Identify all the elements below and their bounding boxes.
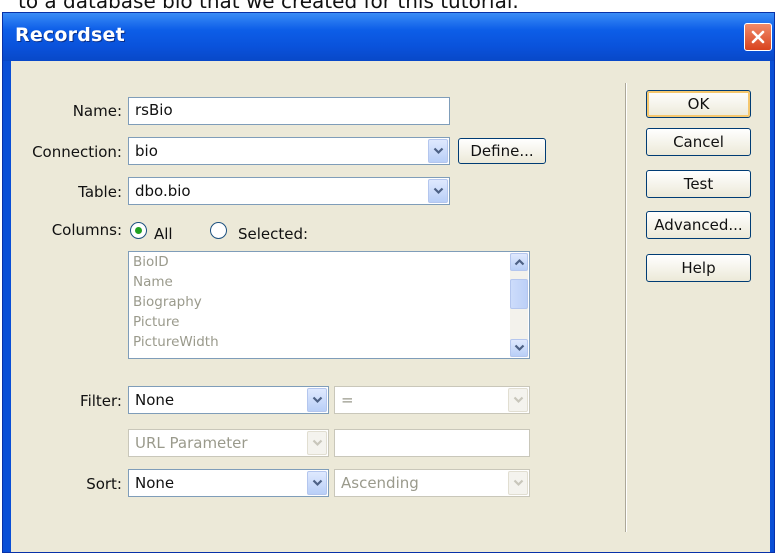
connection-label: Connection:: [32, 143, 122, 161]
filter-value-input: [334, 429, 530, 457]
chevron-down-icon: [307, 431, 327, 455]
ok-button[interactable]: OK: [646, 90, 751, 118]
scroll-up-icon[interactable]: [510, 253, 528, 271]
test-button[interactable]: Test: [646, 170, 751, 198]
list-item[interactable]: Biography: [133, 294, 202, 310]
list-item[interactable]: Name: [133, 274, 173, 290]
columns-label: Columns:: [51, 221, 122, 239]
table-value: dbo.bio: [135, 182, 191, 200]
columns-all-radio[interactable]: [130, 222, 147, 239]
list-scrollbar[interactable]: [510, 253, 528, 357]
chevron-down-icon[interactable]: [307, 388, 327, 412]
columns-selected-label[interactable]: Selected:: [238, 225, 308, 243]
advanced-button[interactable]: Advanced...: [646, 211, 751, 239]
connection-value: bio: [135, 142, 158, 160]
chevron-down-icon[interactable]: [307, 471, 327, 495]
window-title: Recordset: [15, 24, 125, 46]
title-bar: Recordset: [3, 13, 774, 61]
scrollbar-thumb[interactable]: [510, 279, 528, 309]
list-item[interactable]: Picture: [133, 314, 179, 330]
filter-operator-select: =: [334, 386, 530, 414]
columns-listbox[interactable]: BioID Name Biography Picture PictureWidt…: [128, 251, 530, 359]
name-label: Name:: [72, 102, 122, 120]
filter-source-select: URL Parameter: [128, 429, 329, 457]
table-select[interactable]: dbo.bio: [128, 177, 450, 205]
list-item[interactable]: BioID: [133, 254, 169, 270]
dialog-body: Name: rsBio Connection: bio Define... Ta…: [11, 61, 770, 552]
sort-label: Sort:: [86, 475, 122, 493]
chevron-down-icon[interactable]: [428, 139, 448, 163]
filter-column-select[interactable]: None: [128, 386, 329, 414]
cancel-button[interactable]: Cancel: [646, 128, 751, 156]
separator: [625, 83, 627, 532]
name-input[interactable]: rsBio: [128, 97, 450, 125]
filter-column-value: None: [135, 391, 175, 409]
sort-order-value: Ascending: [341, 474, 419, 492]
scroll-down-icon[interactable]: [510, 339, 528, 357]
sort-column-value: None: [135, 474, 175, 492]
columns-all-label[interactable]: All: [154, 225, 173, 243]
close-button[interactable]: [744, 23, 772, 51]
filter-source-value: URL Parameter: [135, 434, 248, 452]
recordset-dialog: Recordset Name: rsBio Connection: bio De…: [2, 12, 775, 553]
close-icon: [751, 30, 765, 44]
columns-selected-radio[interactable]: [210, 222, 227, 239]
caption-text: to a database bio that we created for th…: [0, 0, 775, 11]
sort-column-select[interactable]: None: [128, 469, 329, 497]
help-button[interactable]: Help: [646, 254, 751, 282]
define-button[interactable]: Define...: [458, 138, 546, 164]
sort-order-select: Ascending: [334, 469, 530, 497]
chevron-down-icon: [508, 388, 528, 412]
connection-select[interactable]: bio: [128, 137, 450, 165]
chevron-down-icon[interactable]: [428, 179, 448, 203]
filter-operator-value: =: [341, 391, 354, 409]
list-item[interactable]: PictureWidth: [133, 334, 219, 350]
filter-label: Filter:: [80, 392, 122, 410]
table-label: Table:: [78, 183, 122, 201]
chevron-down-icon: [508, 471, 528, 495]
radio-checked-dot: [135, 227, 142, 234]
